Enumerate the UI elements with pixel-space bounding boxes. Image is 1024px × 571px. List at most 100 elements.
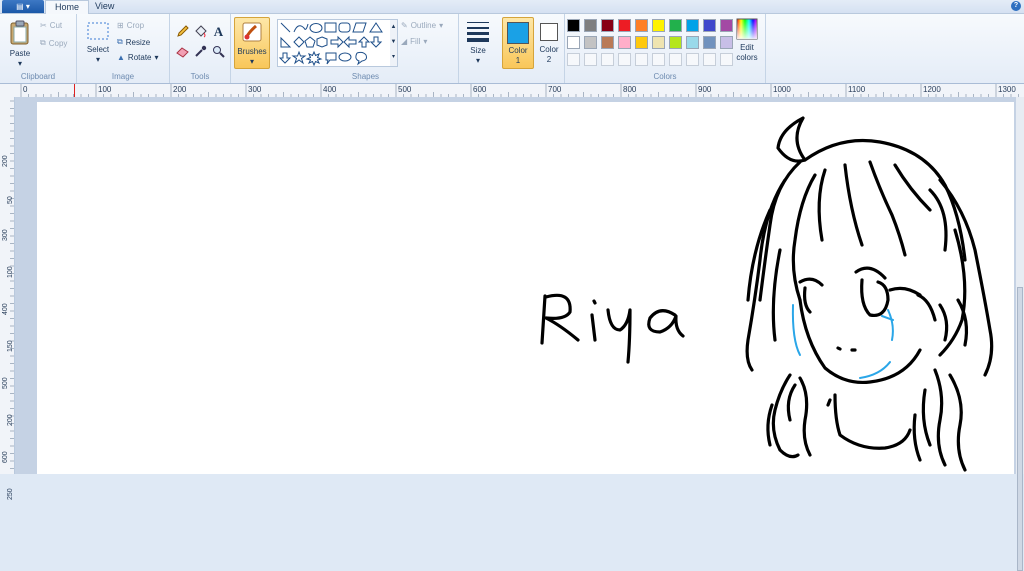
size-label: Size bbox=[470, 46, 486, 55]
resize-button[interactable]: ⧉ Resize bbox=[117, 37, 150, 47]
tab-view[interactable]: View bbox=[86, 0, 123, 13]
palette-color-swatch[interactable] bbox=[652, 36, 665, 49]
palette-color-swatch[interactable] bbox=[601, 19, 614, 32]
cursor-position-marker bbox=[74, 84, 75, 97]
ruler-label: 900 bbox=[698, 85, 712, 94]
select-button[interactable]: Select ▾ bbox=[83, 20, 113, 65]
palette-color-swatch[interactable] bbox=[635, 36, 648, 49]
app-menu-button[interactable]: ▤ ▾ bbox=[2, 0, 44, 13]
custom-color-slot[interactable] bbox=[618, 53, 631, 66]
select-label: Select bbox=[86, 45, 110, 54]
palette-color-swatch[interactable] bbox=[703, 19, 716, 32]
vertical-scrollbar-thumb[interactable] bbox=[1017, 287, 1023, 571]
palette-color-swatch[interactable] bbox=[601, 36, 614, 49]
custom-color-slot[interactable] bbox=[669, 53, 682, 66]
vertical-scrollbar[interactable] bbox=[1015, 97, 1024, 571]
palette-color-swatch[interactable] bbox=[686, 36, 699, 49]
outline-icon: ✎ bbox=[401, 21, 408, 30]
paste-dropdown-icon: ▾ bbox=[17, 59, 22, 68]
ruler-label: 150 bbox=[7, 340, 14, 352]
palette-color-swatch[interactable] bbox=[618, 36, 631, 49]
ruler-label: 0 bbox=[23, 85, 28, 94]
palette-color-swatch[interactable] bbox=[669, 36, 682, 49]
handwritten-name-strokes bbox=[540, 293, 685, 364]
fill-tool-button[interactable] bbox=[193, 24, 208, 39]
app-menu-icon: ▤ ▾ bbox=[16, 2, 30, 11]
palette-color-swatch[interactable] bbox=[584, 36, 597, 49]
resize-label: Resize bbox=[125, 37, 151, 47]
pencil-icon bbox=[177, 25, 189, 37]
cut-label: Cut bbox=[49, 21, 63, 30]
shapes-scroll[interactable]: ▲ ▼ ▾ bbox=[390, 19, 398, 67]
paste-button[interactable]: Paste ▾ bbox=[5, 20, 35, 69]
fill-dropdown-icon: ▾ bbox=[423, 37, 428, 46]
palette-color-swatch[interactable] bbox=[652, 19, 665, 32]
horizontal-ruler: 0 100 200 300 400 500 600 700 800 900 1000 1100 1200… bbox=[0, 84, 1024, 98]
palette-color-swatch[interactable] bbox=[567, 36, 580, 49]
palette-color-swatch[interactable] bbox=[635, 19, 648, 32]
color2-label: Color bbox=[539, 45, 559, 54]
cut-button[interactable]: ✂ Cut bbox=[40, 21, 62, 30]
palette-color-swatch[interactable] bbox=[584, 19, 597, 32]
fill-icon: ◢ bbox=[401, 37, 408, 46]
clipboard-group: Paste ▾ ✂ Cut ⧉ Copy Clipboard bbox=[0, 14, 77, 83]
copy-button[interactable]: ⧉ Copy bbox=[40, 38, 67, 48]
shapes-expand-icon: ▾ bbox=[391, 54, 395, 60]
ruler-label: 200 bbox=[7, 414, 14, 426]
colors-group-label: Colors bbox=[653, 72, 677, 81]
outline-button[interactable]: ✎ Outline ▾ bbox=[401, 21, 443, 30]
color-picker-tool-button[interactable] bbox=[193, 44, 208, 59]
text-tool-button[interactable]: A bbox=[211, 24, 226, 39]
rotate-button[interactable]: ▲ Rotate ▾ bbox=[117, 53, 159, 62]
palette-color-swatch[interactable] bbox=[618, 19, 631, 32]
custom-color-slot[interactable] bbox=[601, 53, 614, 66]
magnifier-tool-button[interactable] bbox=[211, 44, 226, 59]
brushes-label: Brushes bbox=[237, 47, 267, 56]
size-button[interactable]: Size ▾ bbox=[462, 19, 494, 66]
drawing-canvas[interactable]: Riya bbox=[37, 102, 1014, 474]
fill-button[interactable]: ◢ Fill ▾ bbox=[401, 37, 427, 46]
crop-button[interactable]: ⊞ Crop bbox=[117, 21, 144, 30]
color1-number: 1 bbox=[515, 56, 521, 65]
palette-color-swatch[interactable] bbox=[669, 19, 682, 32]
palette-color-swatch[interactable] bbox=[703, 36, 716, 49]
ruler-label: 1100 bbox=[848, 85, 866, 94]
pencil-tool-button[interactable] bbox=[175, 24, 190, 39]
custom-color-slot[interactable] bbox=[635, 53, 648, 66]
custom-color-slot[interactable] bbox=[652, 53, 665, 66]
ruler-label: 400 bbox=[2, 303, 9, 315]
outline-label: Outline bbox=[410, 21, 437, 30]
color2-swatch bbox=[540, 23, 558, 41]
image-group-label: Image bbox=[111, 72, 135, 81]
fill-label: Fill bbox=[410, 37, 421, 46]
crop-icon: ⊞ bbox=[117, 21, 124, 30]
ruler-label: 200 bbox=[173, 85, 187, 94]
edit-colors-label-line2: colors bbox=[736, 53, 758, 62]
rotate-dropdown-icon: ▾ bbox=[154, 53, 159, 62]
drawing-strokes bbox=[540, 116, 994, 472]
select-icon bbox=[87, 22, 109, 40]
custom-color-slot[interactable] bbox=[584, 53, 597, 66]
shapes-gallery[interactable] bbox=[277, 19, 392, 67]
custom-color-slot[interactable] bbox=[567, 53, 580, 66]
ruler-label: 250 bbox=[7, 488, 14, 500]
resize-icon: ⧉ bbox=[117, 37, 123, 46]
ruler-label: 100 bbox=[7, 266, 14, 278]
tab-home[interactable]: Home bbox=[45, 0, 90, 15]
crop-label: Crop bbox=[126, 21, 145, 30]
color2-button[interactable]: Color 2 bbox=[535, 17, 563, 67]
rotate-label: Rotate bbox=[127, 53, 152, 62]
eraser-tool-button[interactable] bbox=[175, 44, 190, 59]
ruler-label: 600 bbox=[2, 451, 9, 463]
custom-color-slot[interactable] bbox=[686, 53, 699, 66]
brushes-button[interactable]: Brushes ▾ bbox=[234, 17, 270, 69]
help-icon[interactable]: ? bbox=[1011, 1, 1021, 11]
color1-button[interactable]: Color 1 bbox=[502, 17, 534, 69]
custom-color-slot[interactable] bbox=[703, 53, 716, 66]
edit-colors-button[interactable]: Edit colors bbox=[731, 18, 763, 63]
select-dropdown-icon: ▾ bbox=[95, 55, 100, 64]
palette-color-swatch[interactable] bbox=[567, 19, 580, 32]
ruler-label: 1200 bbox=[923, 85, 941, 94]
palette-color-swatch[interactable] bbox=[686, 19, 699, 32]
color-wheel-icon bbox=[736, 18, 758, 40]
